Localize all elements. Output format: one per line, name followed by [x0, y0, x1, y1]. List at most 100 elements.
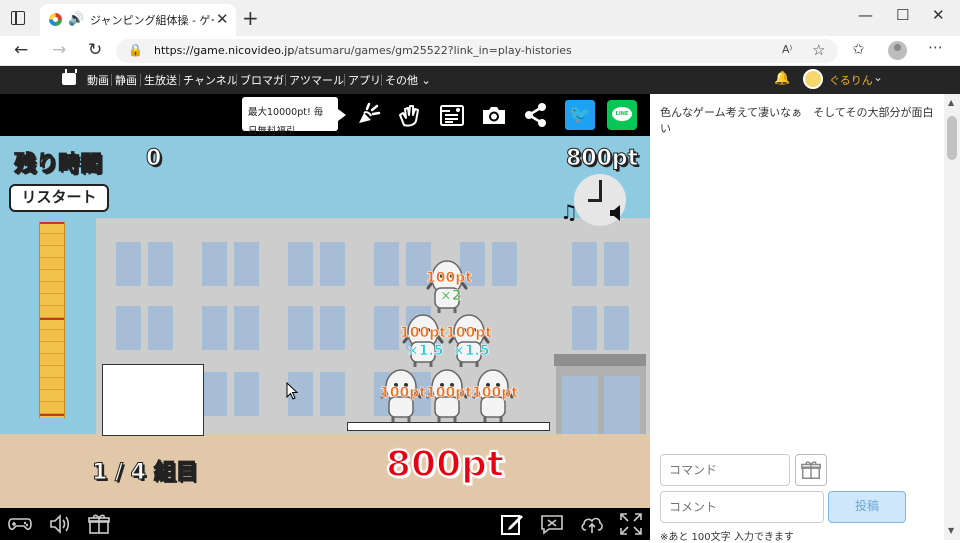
- scroll-up-icon[interactable]: ▲: [948, 98, 954, 107]
- screenshot-camera-icon[interactable]: [480, 101, 508, 129]
- comment-input[interactable]: [660, 491, 824, 523]
- tab-title: ジャンピング組体操 - ゲームアツ: [90, 14, 214, 27]
- user-menu-chevron-icon[interactable]: ⌄: [873, 70, 883, 84]
- building-entrance: [554, 354, 646, 438]
- group-counter: 1 / 4 組目: [92, 460, 199, 486]
- building-window: [148, 242, 173, 286]
- nav-item-apps[interactable]: アプリ: [348, 72, 381, 88]
- gamepad-icon[interactable]: [8, 512, 32, 536]
- mouse-cursor-icon: [286, 382, 298, 400]
- niconico-tv-icon[interactable]: [62, 69, 77, 85]
- edit-comment-icon[interactable]: [500, 512, 524, 536]
- building-window: [234, 306, 259, 350]
- twitter-bird-icon: 🐦: [568, 104, 592, 125]
- comment-panel: 色んなゲーム考えて凄いなぁ そしてその大部分が面白い 投稿 ※あと 100文字 …: [650, 94, 944, 543]
- gauge-mark: [40, 222, 64, 224]
- points-label: 100pt: [426, 385, 473, 402]
- time-remaining-value: 0: [145, 146, 162, 172]
- tower-member-top: [424, 258, 470, 314]
- command-input[interactable]: [660, 454, 790, 486]
- user-name[interactable]: ぐるりん: [829, 72, 873, 88]
- gift-button[interactable]: [795, 454, 827, 486]
- niconico-header: 動画 静画 生放送 チャンネル ブロマガ アツマール アプリ その他 ⌄ 🔔 ぐ…: [0, 66, 960, 94]
- more-menu-icon[interactable]: ⋯: [928, 38, 943, 56]
- building-window: [604, 306, 629, 350]
- window-close-icon[interactable]: ✕: [932, 6, 945, 24]
- springboard-box: [102, 364, 204, 436]
- points-label: 100pt: [380, 385, 427, 402]
- browser-tab-active[interactable]: 🔊 ジャンピング組体操 - ゲームアツ ✕: [40, 4, 236, 36]
- page-scrollbar[interactable]: ▲ ▼: [944, 94, 960, 540]
- building-window: [374, 242, 399, 286]
- favorite-star-icon[interactable]: ☆: [812, 41, 825, 59]
- gift-icon[interactable]: [87, 512, 111, 536]
- volume-icon[interactable]: [48, 512, 72, 536]
- forward-icon[interactable]: →: [52, 40, 66, 60]
- user-avatar[interactable]: [803, 69, 823, 89]
- share-icon[interactable]: [522, 101, 550, 129]
- multiplier-label: ×1.5: [407, 343, 444, 360]
- back-icon[interactable]: ←: [14, 40, 28, 60]
- comment-off-icon[interactable]: [540, 512, 564, 536]
- scrollbar-thumb[interactable]: [947, 116, 957, 160]
- landing-platform: [347, 422, 550, 431]
- nav-separator: [140, 74, 141, 86]
- restart-button[interactable]: リスタート: [9, 184, 109, 212]
- sound-toggle-icon[interactable]: [608, 204, 626, 222]
- total-score: 800pt: [385, 443, 505, 486]
- music-toggle-icon[interactable]: ♫: [560, 200, 578, 224]
- minimize-icon[interactable]: —: [858, 6, 873, 24]
- nav-item-video[interactable]: 動画: [87, 72, 109, 88]
- points-label: 100pt: [400, 325, 447, 342]
- jump-power-gauge: [39, 222, 65, 418]
- lock-icon[interactable]: 🔒: [128, 43, 143, 57]
- nav-separator: [381, 74, 382, 86]
- building-window: [202, 372, 227, 416]
- building-window: [288, 306, 313, 350]
- tab-audio-icon[interactable]: 🔊: [68, 12, 84, 27]
- building-window: [320, 306, 345, 350]
- maximize-icon[interactable]: ☐: [896, 6, 909, 24]
- scroll-down-icon[interactable]: ▼: [948, 526, 954, 535]
- nav-item-channel[interactable]: チャンネル: [183, 72, 238, 88]
- nav-item-more[interactable]: その他 ⌄: [385, 72, 431, 88]
- building-window: [572, 242, 597, 286]
- lottery-ad-bubble[interactable]: 最大10000pt! 毎日無料福引: [242, 97, 346, 137]
- clap-hands-icon[interactable]: [396, 101, 424, 129]
- building-window: [234, 372, 259, 416]
- nav-separator: [179, 74, 180, 86]
- notification-bell-icon[interactable]: 🔔: [774, 71, 790, 86]
- clock-hand: [588, 199, 602, 202]
- remaining-characters: ※あと 100文字 入力できます: [660, 532, 794, 543]
- nav-item-blomaga[interactable]: ブロマガ: [240, 72, 284, 88]
- entrance-door: [562, 376, 598, 436]
- favorites-icon[interactable]: ✩: [852, 40, 865, 58]
- game-canvas[interactable]: 残り時間 0 800pt リスタート ♫ 100pt 100pt 100pt 100p…: [0, 136, 650, 508]
- building-window: [604, 242, 629, 286]
- points-label: 100pt: [472, 385, 519, 402]
- gauge-mark: [40, 318, 64, 320]
- nav-item-seiga[interactable]: 静画: [115, 72, 137, 88]
- line-share-button[interactable]: LINE: [607, 100, 637, 130]
- cheer-hand-icon[interactable]: [354, 101, 382, 129]
- twitter-share-button[interactable]: 🐦: [565, 100, 595, 130]
- refresh-icon[interactable]: ↻: [88, 40, 102, 60]
- url-text[interactable]: https://game.nicovideo.jp/atsumaru/games…: [154, 44, 572, 57]
- read-aloud-icon[interactable]: A⁾: [782, 43, 792, 56]
- profile-avatar-icon[interactable]: [888, 41, 907, 60]
- current-score: 800pt: [565, 146, 639, 172]
- url-field[interactable]: 🔒 https://game.nicovideo.jp/atsumaru/gam…: [116, 39, 838, 63]
- game-toolbar: 最大10000pt! 毎日無料福引 🐦 LINE: [0, 94, 650, 137]
- nav-separator: [236, 74, 237, 86]
- gift-list-icon[interactable]: [438, 101, 466, 129]
- tab-actions-icon[interactable]: [11, 11, 25, 25]
- post-comment-button[interactable]: 投稿: [828, 491, 906, 523]
- nav-item-live[interactable]: 生放送: [144, 72, 177, 88]
- nav-item-atsumaru[interactable]: アツマール: [289, 72, 344, 88]
- fullscreen-icon[interactable]: [619, 512, 643, 536]
- upload-cloud-icon[interactable]: [580, 512, 604, 536]
- building-window: [572, 306, 597, 350]
- browser-tab-bar: 🔊 ジャンピング組体操 - ゲームアツ ✕ + — ☐ ✕: [0, 0, 960, 36]
- tab-close-icon[interactable]: ✕: [216, 10, 229, 28]
- new-tab-icon[interactable]: +: [242, 6, 259, 30]
